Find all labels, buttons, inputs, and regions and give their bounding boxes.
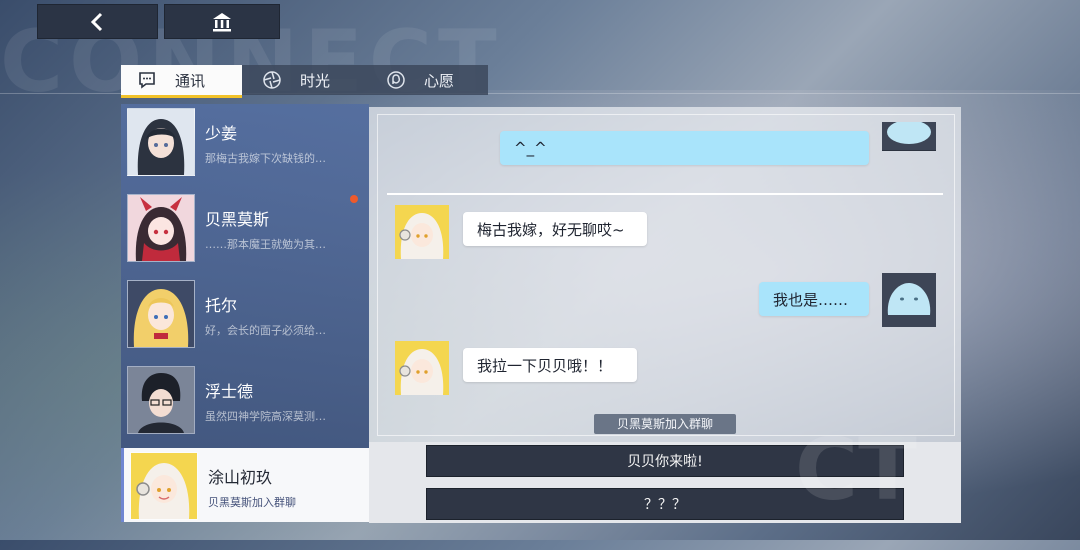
contact-preview: 贝黑莫斯加入群聊 [208,496,296,509]
avatar [127,280,195,348]
avatar [130,452,198,520]
contact-preview: ……那本魔王就勉为其… [205,238,326,251]
background-watermark-2: CT [795,420,917,520]
avatar [395,205,449,259]
system-notice: 贝黑莫斯加入群聊 [594,414,736,434]
tab-messages[interactable]: 通讯 [121,65,242,98]
back-button[interactable] [37,4,158,39]
history-divider [387,193,943,195]
avatar [127,194,195,262]
contact-item-thor[interactable]: 托尔 好，会长的面子必须给… [121,276,369,362]
message-bubble-other: 我拉一下贝贝哦！！ [463,348,637,382]
message-bubble-self: ^_^ [500,131,869,165]
avatar [127,366,195,434]
message-bubble-self: 我也是…… [759,282,869,316]
contact-name: 托尔 [205,296,238,315]
contact-name: 涂山初玖 [208,468,273,487]
contact-item-tushan-chujiu[interactable]: 涂山初玖 贝黑莫斯加入群聊 [121,448,372,522]
message-bubble-other: 梅古我嫁，好无聊哎~ [463,212,647,246]
avatar [882,273,936,327]
tab-bar: 通讯 时光 心愿 [121,65,488,98]
home-button[interactable] [164,4,280,39]
contact-item-behemoth[interactable]: 贝黑莫斯 ……那本魔王就勉为其… [121,190,369,276]
museum-icon [211,11,233,33]
contact-item-faust[interactable]: 浮士德 虽然四神学院高深莫测… [121,362,369,448]
contact-preview: 虽然四神学院高深莫测… [205,410,326,423]
tab-wishes[interactable]: 心愿 [366,65,488,95]
tab-label: 时光 [300,71,331,90]
contact-name: 少姜 [205,124,238,143]
aperture-icon [262,70,282,90]
chat-bubble-icon [137,70,157,90]
contact-preview: 好，会长的面子必须给… [205,324,326,337]
tab-label: 心愿 [424,71,455,90]
contact-item-shaojiang[interactable]: 少姜 那梅古我嫁下次缺钱的… [121,104,369,190]
contact-name: 浮士德 [205,382,254,401]
contact-name: 贝黑莫斯 [205,210,270,229]
spiral-icon [386,70,406,90]
avatar [127,108,195,176]
tab-moments[interactable]: 时光 [242,65,366,95]
avatar [882,122,936,151]
contact-preview: 那梅古我嫁下次缺钱的… [205,152,326,165]
chevron-left-icon [88,12,108,32]
tab-label: 通讯 [175,71,206,90]
unread-badge [350,195,358,203]
avatar [395,341,449,395]
contact-list: 少姜 那梅古我嫁下次缺钱的… 贝黑莫斯 ……那本魔王就勉为其… 托尔 好，会长的… [121,104,372,522]
